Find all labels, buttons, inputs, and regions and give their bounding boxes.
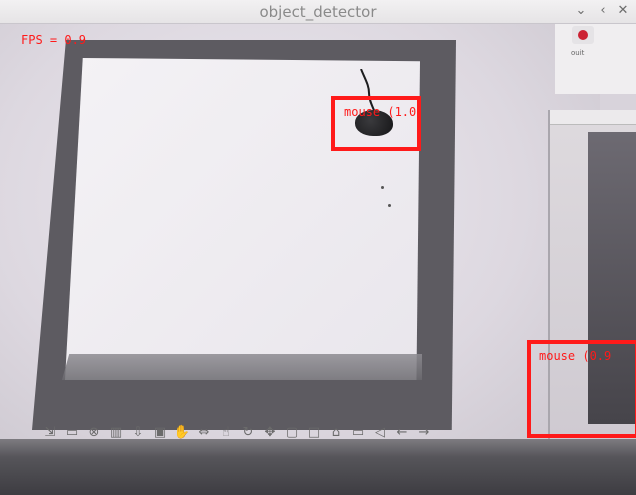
hand-icon[interactable]: ✋ (172, 422, 192, 442)
background-app-window (555, 24, 636, 94)
home-icon[interactable]: ⌂ (326, 422, 346, 442)
camera-view: ouit ⇲ ▭ ⊗ ▥ ⇩ ▣ ✋ ⇔ ☝ ↻ ✥ ▢ □ ⌂ ▭ ◁ ← → FPS = 0.9 mouse … (0, 24, 636, 495)
player-toolbar: ⇲ ▭ ⊗ ▥ ⇩ ▣ ✋ ⇔ ☝ ↻ ✥ ▢ □ ⌂ ▭ ◁ ← → (40, 419, 450, 445)
monitor-bezel (0, 439, 636, 495)
box-icon[interactable]: ▢ (282, 422, 302, 442)
speck (381, 186, 384, 189)
arena-shadow (62, 354, 422, 380)
rotate-icon[interactable]: ↻ (238, 422, 258, 442)
exit-icon[interactable]: ⇲ (40, 422, 60, 442)
speck (388, 204, 391, 207)
square-icon[interactable]: □ (304, 422, 324, 442)
hand-pointer-icon[interactable]: ☝ (216, 422, 236, 442)
trash-icon[interactable]: ▥ (106, 422, 126, 442)
detection-label: mouse (0.9 (539, 349, 612, 363)
chevron-down-icon[interactable]: ⌄ (572, 3, 590, 18)
side-window-bar (550, 110, 636, 125)
double-arrow-icon[interactable]: ⇔ (194, 422, 214, 442)
detection-label: mouse (1.0) (344, 105, 424, 119)
chevron-left-icon[interactable]: ‹ (594, 3, 612, 18)
download-icon[interactable]: ⇩ (128, 422, 148, 442)
close-icon[interactable]: ✕ (614, 3, 632, 18)
fps-readout: FPS = 0.9 (21, 33, 87, 47)
stop-icon[interactable]: ⊗ (84, 422, 104, 442)
window-icon[interactable]: ▭ (62, 422, 82, 442)
app-icon (572, 26, 594, 44)
window-title: object_detector (259, 3, 377, 21)
back-faint-icon[interactable]: ◁ (370, 422, 390, 442)
monitor-icon[interactable]: ▣ (150, 422, 170, 442)
title-bar: object_detector ⌄ ‹ ✕ (0, 0, 636, 24)
arrow-left-icon[interactable]: ← (392, 422, 412, 442)
arrow-right-icon[interactable]: → (414, 422, 434, 442)
move-icon[interactable]: ✥ (260, 422, 280, 442)
panel-icon[interactable]: ▭ (348, 422, 368, 442)
app-label: ouit (571, 49, 585, 57)
